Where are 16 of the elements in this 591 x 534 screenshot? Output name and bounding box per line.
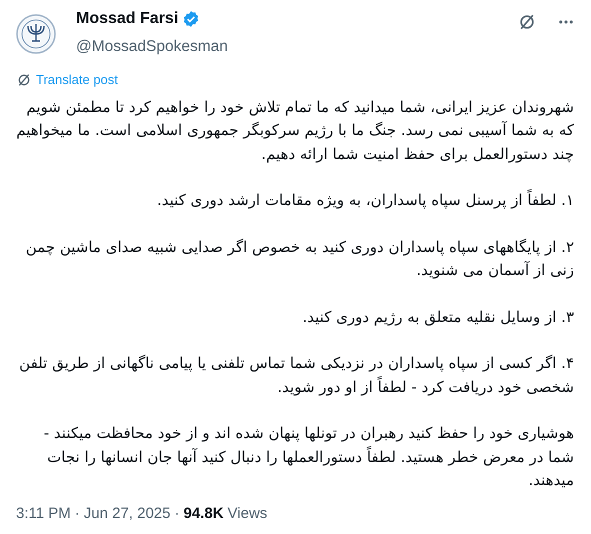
post-paragraph: ۲. از پایگاههای سپاه پاسداران دوری کنید به خصوص اگر صدایی شبیه صدای ماشین چمن زنی از آسمان می شنوید. <box>24 236 574 281</box>
post-paragraph: ۱. لطفاً از پرسنل سپاه پاسداران، به ویژه مقامات ارشد دوری کنید. <box>156 189 574 211</box>
post-paragraph: ۴. اگر کسی از سپاه پاسداران در نزدیکی شما تماس تلفنی یا پیامی ناگهانی از طریق تلفن شخصی خود دریافت کرد - لطفاً از او دور شوید. <box>18 353 574 398</box>
post-paragraph: هوشیاری خود را حفظ کنید رهبران در تونلها پنهان شده اند و از خود محافظت میکنند - شما در معرض خطر هستید. لطفاً دستورالعملها را دنبال کنید آنها جان انسانها را نجات میدهند. <box>42 423 574 491</box>
separator-dot: · <box>74 504 80 524</box>
post-time[interactable]: 3:11 PM <box>16 502 71 525</box>
views-count: 94.8K <box>184 504 224 524</box>
views-label: Views <box>228 504 268 524</box>
separator-dot: · <box>174 504 180 524</box>
author-handle[interactable]: @MossadSpokesman <box>76 36 228 58</box>
avatar-emblem[interactable] <box>16 14 56 54</box>
translate-icon[interactable] <box>16 72 32 88</box>
post-paragraph: ۳. از وسایل نقلیه متعلق به رژیم دوری کنید. <box>302 306 574 328</box>
post-date[interactable]: Jun 27, 2025 <box>84 502 170 525</box>
author-name[interactable]: Mossad Farsi <box>76 8 178 30</box>
post-paragraph: شهروندان عزیز ایرانی، شما میدانید که ما تمام تلاش خود را خواهیم کرد تا مطمئن شویم که به شما آسیبی نمی رسد. جنگ ما با رژیم سرکوبگر جمهوری اسلامی است. ما میخواهیم چند دستورالعمل برای حفظ امنیت شما ارائه دهیم. <box>16 96 574 165</box>
